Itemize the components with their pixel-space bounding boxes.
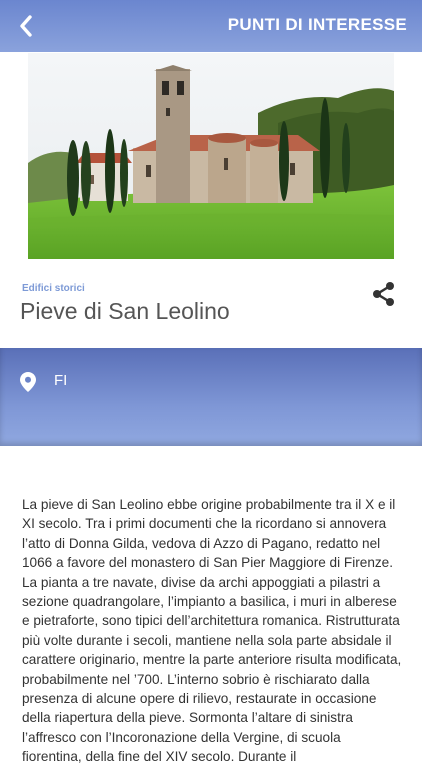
back-button[interactable] bbox=[8, 8, 44, 44]
church-photo bbox=[28, 53, 394, 259]
share-button[interactable] bbox=[370, 280, 398, 308]
hero-image bbox=[28, 53, 394, 259]
page-title: PUNTI DI INTERESSE bbox=[227, 15, 407, 34]
map-pin-icon bbox=[20, 372, 36, 392]
location-province: FI bbox=[54, 372, 68, 389]
location-section bbox=[0, 348, 422, 446]
poi-category: Edifici storici bbox=[22, 283, 85, 294]
poi-description: La pieve di San Leolino ebbe origine pro… bbox=[22, 497, 402, 765]
share-icon bbox=[373, 282, 394, 306]
top-nav-bar: PUNTI DI INTERESSE bbox=[0, 0, 422, 52]
chevron-left-icon bbox=[20, 15, 32, 37]
poi-title: Pieve di San Leolino bbox=[20, 298, 230, 324]
